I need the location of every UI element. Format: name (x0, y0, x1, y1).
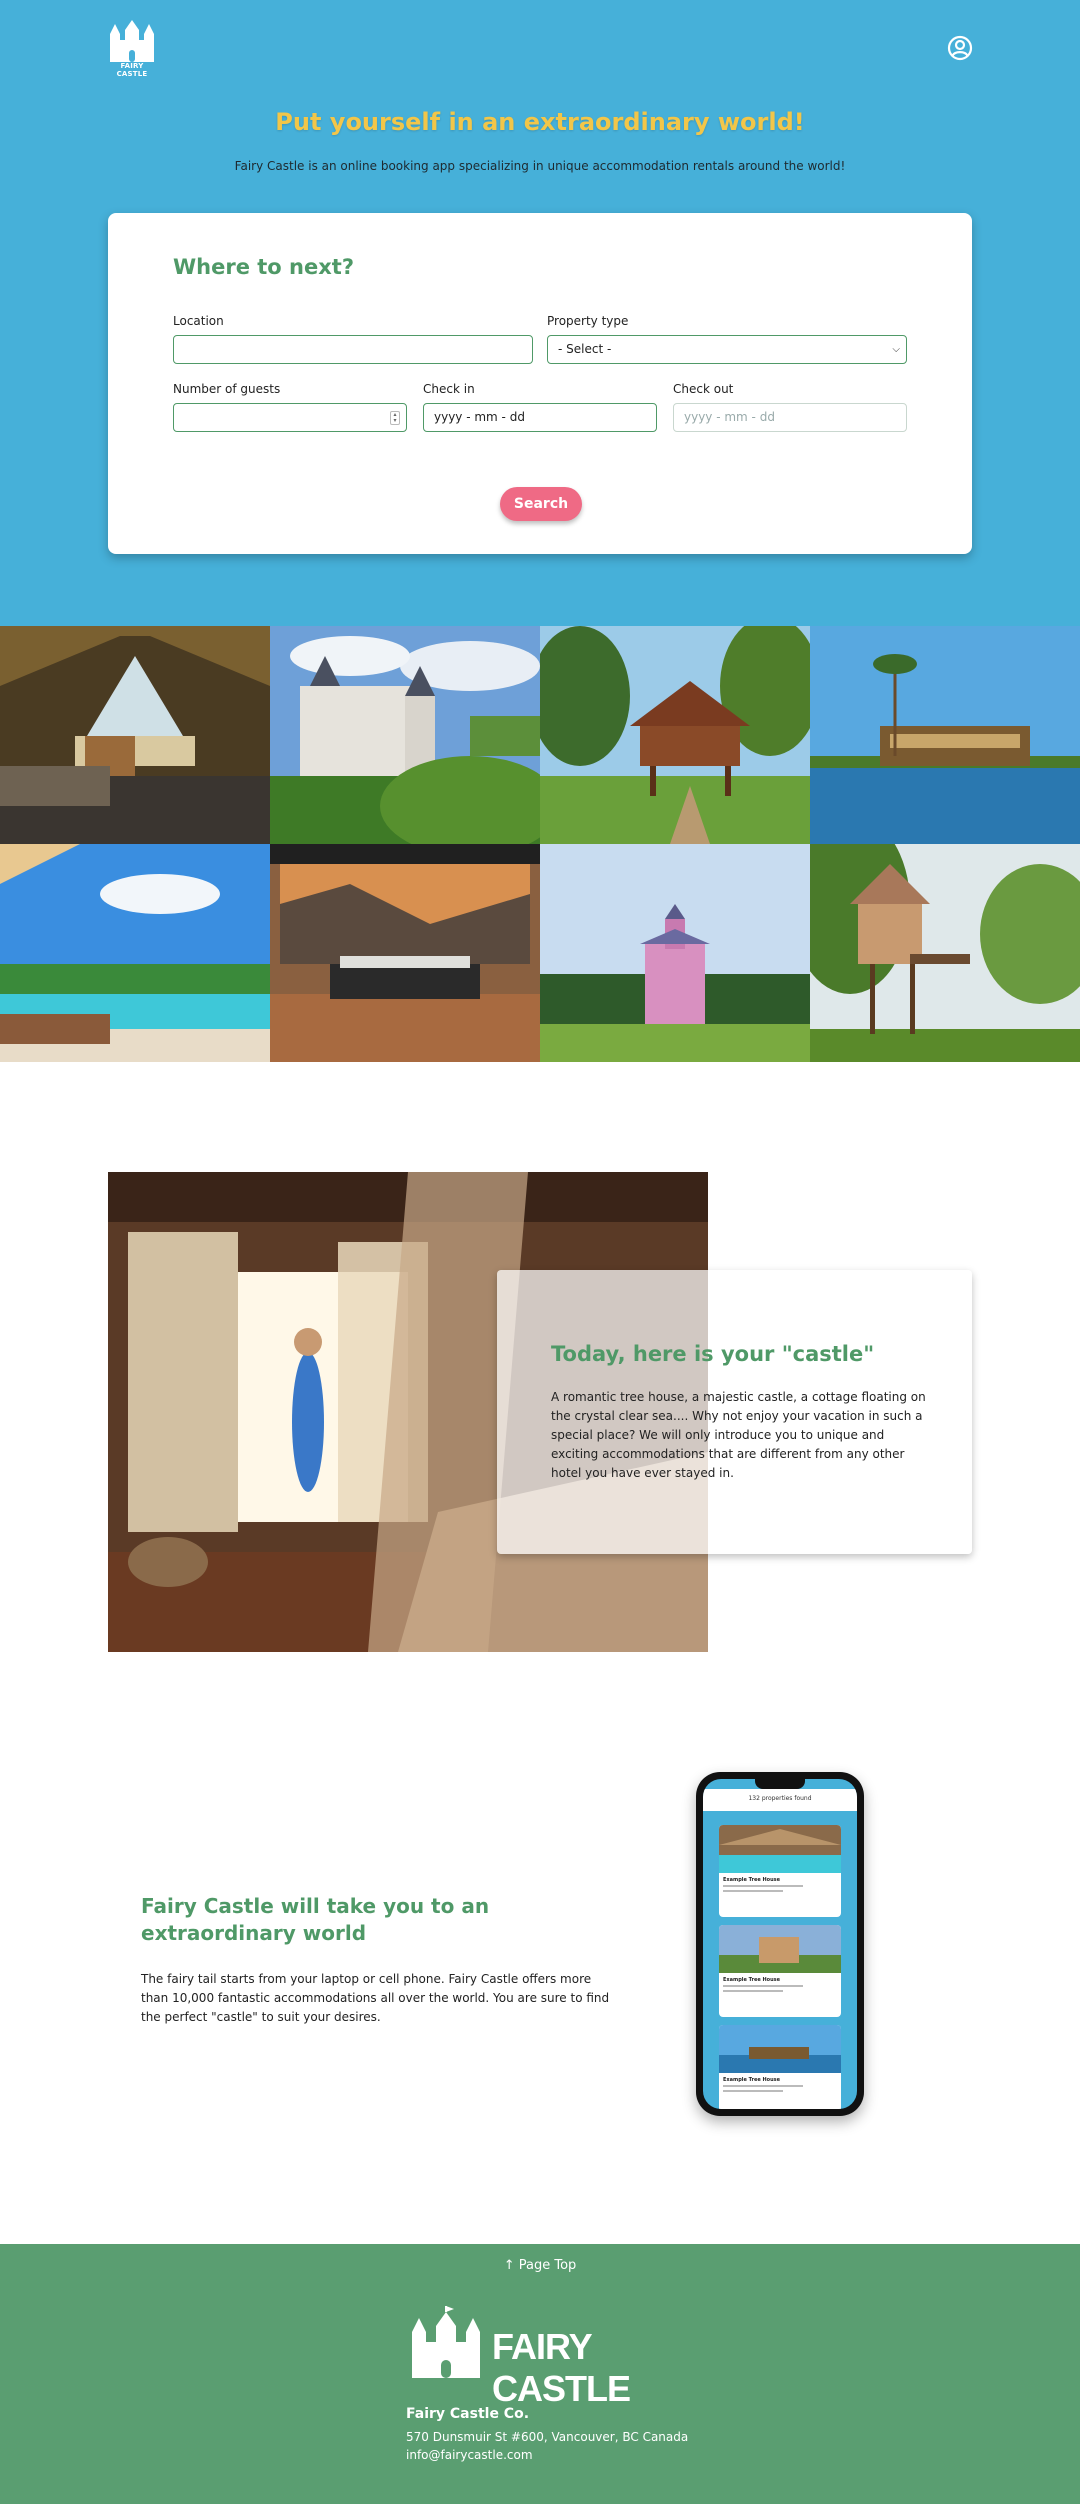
castle-icon (110, 20, 154, 62)
phone-result-count: 132 properties found (748, 1795, 812, 1802)
phone-card-name: Example Tree House (723, 1877, 781, 1883)
chevron-down-icon: ⌵ (892, 344, 900, 355)
company-address: 570 Dunsmuir St #600, Vancouver, BC Cana… (406, 2430, 689, 2444)
accommodation-gallery (0, 626, 1080, 1062)
property-type-value: - Select - (558, 342, 612, 356)
promo-title: Fairy Castle will take you to an extraor… (141, 1894, 490, 1945)
gallery-image-tree-house (810, 844, 1080, 1062)
fairy-castle-logo[interactable]: FAIRY CASTLE (108, 20, 156, 78)
phone-card-line (723, 1990, 783, 1992)
story-title: Today, here is your "castle" (551, 1342, 875, 1366)
page-top-link[interactable]: ↑ Page Top (0, 2258, 1080, 2273)
promo-text: The fairy tail starts from your laptop o… (141, 1972, 610, 2024)
castle-icon (412, 2306, 480, 2378)
phone-card-line (723, 2085, 803, 2087)
arrow-up-icon: ↑ (503, 2258, 515, 2273)
phone-card-line (723, 1985, 803, 1987)
checkout-label: Check out (673, 382, 734, 396)
phone-property-card: Example Tree House (719, 1825, 841, 1917)
gallery-image-houseboat (810, 626, 1080, 844)
phone-app-header: 132 properties found (703, 1789, 857, 1811)
phone-card-line (723, 1885, 803, 1887)
search-heading: Where to next? (173, 255, 355, 279)
gallery-image-glamping-tent (0, 626, 270, 844)
location-label: Location (173, 314, 224, 328)
phone-card-name: Example Tree House (723, 1977, 781, 1983)
property-type-label: Property type (547, 314, 629, 328)
number-stepper-icon[interactable]: ▴ ▾ (390, 411, 400, 425)
checkin-label: Check in (423, 382, 475, 396)
footer-logo-text: FAIRY CASTLE (492, 2326, 631, 2409)
company-email[interactable]: info@fairycastle.com (406, 2448, 533, 2462)
phone-screen: 132 properties found Example Tree House … (703, 1779, 857, 2109)
user-account-icon[interactable] (946, 34, 974, 62)
footer-logo[interactable]: FAIRY CASTLE (410, 2306, 672, 2409)
page-top-label: Page Top (518, 2258, 577, 2273)
phone-property-card: Example Tree House (719, 1925, 841, 2017)
gallery-image-castle (270, 626, 540, 844)
logo-text: FAIRY CASTLE (116, 62, 148, 78)
phone-card-line (723, 1890, 783, 1892)
hero-subtitle: Fairy Castle is an online booking app sp… (234, 159, 846, 173)
checkin-input[interactable]: yyyy - mm - dd (423, 403, 657, 432)
location-input[interactable] (173, 335, 533, 364)
phone-card-line (723, 2090, 783, 2092)
hero-section: FAIRY CASTLE Put yourself in an extraord… (0, 0, 1080, 626)
gallery-image-modern-bed (270, 844, 540, 1062)
story-card: Today, here is your "castle" A romantic … (497, 1270, 972, 1554)
gallery-image-pink-mansion (540, 844, 810, 1062)
property-type-select[interactable]: - Select - ⌵ (547, 335, 907, 364)
footer: ↑ Page Top FAIRY CASTLE Fairy Castle Co.… (0, 2244, 1080, 2504)
phone-card-name: Example Tree House (723, 2077, 781, 2083)
phone-mockup: 132 properties found Example Tree House … (696, 1772, 864, 2116)
hero-title: Put yourself in an extraordinary world! (275, 108, 805, 136)
phone-property-card: Example Tree House (719, 2025, 841, 2109)
guests-label: Number of guests (173, 382, 281, 396)
gallery-image-stilt-house (540, 626, 810, 844)
story-text: A romantic tree house, a majestic castle… (551, 1390, 926, 1480)
search-form-card: Where to next? Location Property type - … (108, 213, 972, 554)
guests-input[interactable]: ▴ ▾ (173, 403, 407, 432)
checkout-input[interactable]: yyyy - mm - dd (673, 403, 907, 432)
gallery-image-resort-pool (0, 844, 270, 1062)
search-button[interactable]: Search (500, 487, 582, 521)
company-name: Fairy Castle Co. (406, 2406, 530, 2422)
phone-notch (755, 1779, 805, 1789)
